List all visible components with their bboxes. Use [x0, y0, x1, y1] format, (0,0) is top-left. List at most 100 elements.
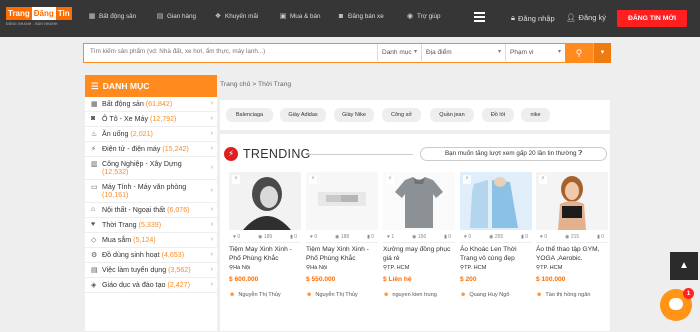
sidebar-item-education[interactable]: ◈ Giáo dục và đào tạo (2,427) › — [85, 278, 217, 293]
sidebar-item-real-estate[interactable]: ▦ Bất động sản (61,842) › — [85, 97, 217, 112]
help-icon: ◉ — [406, 13, 414, 20]
likes-count: 0 — [468, 234, 472, 240]
product-image[interactable]: ⚡︎ — [383, 172, 455, 230]
tag-chip[interactable]: Đồ lót — [482, 108, 514, 122]
hamburger-menu-icon[interactable] — [474, 12, 485, 22]
gift-icon: ❖ — [214, 13, 222, 20]
sidebar-item-food[interactable]: ♨ Ăn uống (2,021) › — [85, 127, 217, 142]
nav-help[interactable]: ◉ Trợ giúp — [406, 13, 441, 20]
product-author[interactable]: ☻ Quang Huy Ngô — [460, 292, 509, 298]
chevron-right-icon: › — [210, 164, 213, 171]
chevron-down-icon: ▾ — [600, 48, 605, 56]
nav-promotions[interactable]: ❖ Khuyến mãi — [214, 13, 258, 20]
nav-label: Bất động sản — [99, 13, 137, 20]
search-button[interactable]: ⚲ — [565, 42, 593, 63]
chevron-right-icon: › — [210, 206, 213, 213]
product-location: ⚲Hà Nội — [229, 265, 251, 271]
range-select[interactable]: Phạm vi ▾ — [505, 44, 565, 61]
bookmark-icon: ▮ 0 — [290, 234, 297, 240]
product-author[interactable]: ☻ Nguyễn Thị Thủy — [229, 292, 281, 298]
category-select-label: Danh mục — [382, 49, 412, 56]
product-card[interactable]: ⚡︎ ♥ 1 ◉ 156 ▮ 0 Xưởng may đồng phục giá r… — [383, 172, 455, 332]
register-link[interactable]: 👤︎ Đăng ký — [566, 13, 606, 22]
sidebar-item-computers[interactable]: ▭ Máy Tính - Máy văn phòng (10,161) › — [85, 180, 217, 203]
nav-sell-car[interactable]: ◙ Đăng bán xe — [337, 13, 384, 20]
nav-buy-sell[interactable]: ▣ Mua & bán — [279, 13, 321, 20]
tag-chip[interactable]: Balenciaga — [226, 108, 273, 122]
sidebar-item-jobs[interactable]: ▤ Việc làm tuyển dụng (3,562) › — [85, 263, 217, 278]
category-label: Thời Trang — [102, 221, 137, 229]
product-title[interactable]: Tiệm May Xinh Xinh - Phố Phùng Khắc — [229, 246, 301, 263]
location-select[interactable]: Địa điểm ▾ — [421, 44, 505, 61]
tag-chip[interactable]: Giày Adidas — [280, 108, 326, 122]
product-card[interactable]: ⚡︎ ♥ 0 ◉ 215 ▮ 0 Áo thể thao tập GYM, YOGA… — [536, 172, 608, 332]
product-author[interactable]: ☻ nguyen kien trung — [383, 292, 437, 298]
lightning-icon: ⚡︎ — [224, 147, 238, 161]
tag-chip[interactable]: Công sở — [382, 108, 421, 122]
product-image[interactable]: ⚡︎ — [536, 172, 608, 230]
product-image[interactable]: ⚡︎ — [306, 172, 378, 230]
breadcrumb-home[interactable]: Trang chủ — [220, 81, 250, 88]
product-image[interactable]: ⚡︎ — [460, 172, 532, 230]
sidebar-item-electronics[interactable]: ⚡︎ Điện tử - điện máy (15,242) › — [85, 142, 217, 157]
product-title[interactable]: Áo thể thao tập GYM, YOGA ,Aerobic. — [536, 246, 608, 263]
logo-tagline: ĐĂNG NHANH - BÁN NHANH — [6, 22, 58, 26]
scroll-to-top-button[interactable]: ▲ — [670, 252, 698, 280]
product-card[interactable]: ⚡︎ ♥ 0 ◉ 255 ▮ 0 Áo Khoác Len Thời Trang v… — [460, 172, 532, 332]
product-location: ⚲TP. HCM — [536, 265, 563, 271]
trending-title: TRENDING — [243, 147, 311, 161]
sidebar-item-industry[interactable]: ▥ Công Nghiệp - Xây Dựng (12,532) › — [85, 157, 217, 180]
sidebar-item-furniture[interactable]: ⌂ Nội thất - Ngoại thất (6,076) › — [85, 203, 217, 218]
sidebar-item-vehicles[interactable]: ◙ Ô Tô - Xe Máy (12,792) › — [85, 112, 217, 127]
search-icon: ⚲ — [575, 47, 583, 58]
shares-count: 0 — [525, 234, 528, 240]
logo-part-2: Đăng — [31, 7, 56, 20]
post-stats: ♥ 0 ◉ 215 ▮ 0 — [536, 234, 608, 243]
product-card[interactable]: ⚡︎ ♥ 0 ◉ 189 ▮ 0 Tiệm May Xinh Xinh - Phố … — [229, 172, 301, 332]
chevron-right-icon: › — [210, 221, 213, 228]
category-count: (12,532) — [102, 168, 129, 176]
like-icon: ♥ 1 — [387, 234, 395, 240]
sidebar-item-fashion[interactable]: ♥ Thời Trang (5,339) › — [85, 218, 217, 233]
product-title[interactable]: Tiệm May Xinh Xinh - Phố Phùng Khắc — [306, 246, 378, 263]
breadcrumb-current: Thời Trang — [258, 81, 292, 88]
post-stats: ♥ 1 ◉ 156 ▮ 0 — [383, 234, 455, 243]
graduation-cap-icon: ◈ — [91, 282, 97, 289]
tag-chip[interactable]: nike — [521, 108, 550, 122]
product-card[interactable]: ⚡︎ ♥ 0 ◉ 188 ▮ 0 Tiệm May Xinh Xinh - Phố … — [306, 172, 378, 332]
shares-count: 0 — [601, 234, 604, 240]
product-price: $ 100.000 — [536, 276, 566, 283]
product-author[interactable]: ☻ Tào thị hồng ngân — [536, 292, 590, 298]
bookmark-icon: ▮ 0 — [367, 234, 374, 240]
sidebar-item-household[interactable]: ⚙ Đồ dùng sinh hoạt (4,653) › — [85, 248, 217, 263]
post-new-listing-button[interactable]: ĐĂNG TIN MỚI — [617, 10, 687, 27]
chat-widget-button[interactable]: 1 — [660, 288, 694, 321]
product-title[interactable]: Xưởng may đồng phục giá rẻ — [383, 246, 455, 263]
nav-stores[interactable]: ▤ Gian hàng — [156, 13, 196, 20]
divider — [308, 154, 413, 155]
tag-chip[interactable]: Quần jean — [430, 108, 474, 122]
eye-icon: ◉ 156 — [412, 234, 427, 240]
category-count: (15,242) — [162, 145, 189, 153]
nav-real-estate[interactable]: ▦ Bất động sản — [88, 13, 136, 20]
product-location: ⚲Hà Nội — [306, 265, 328, 271]
tag-chip[interactable]: Giày Nike — [334, 108, 374, 122]
search-input[interactable]: Tìm kiếm sản phẩm (vd: Nhà đất, xe hơi, … — [90, 48, 265, 55]
chat-bubble-icon — [669, 298, 683, 310]
car-icon: ◙ — [338, 13, 344, 20]
lightning-icon: ⚡︎ — [386, 175, 394, 184]
product-image[interactable]: ⚡︎ — [229, 172, 301, 230]
product-title[interactable]: Áo Khoác Len Thời Trang vô cùng đẹp — [460, 246, 532, 263]
like-icon: ♥ 0 — [310, 234, 318, 240]
likes-count: 1 — [391, 234, 395, 240]
site-logo[interactable]: Trang Đăng Tin ĐĂNG NHANH - BÁN NHANH — [6, 7, 72, 29]
promote-listing-link[interactable]: Bạn muốn tăng lượt xem gấp 20 lần tin th… — [420, 147, 607, 161]
login-link[interactable]: 🔒︎ Đăng nhập — [511, 13, 555, 23]
search-options-button[interactable]: ▾ — [593, 42, 611, 63]
search-bar: Tìm kiếm sản phẩm (vd: Nhà đất, xe hơi, … — [83, 42, 611, 63]
sidebar-item-shopping[interactable]: ◇ Mua sắm (5,124) › — [85, 233, 217, 248]
category-select[interactable]: Danh mục ▾ — [377, 44, 421, 61]
likes-count: 0 — [544, 234, 548, 240]
lightning-icon: ⚡︎ — [309, 175, 317, 184]
product-author[interactable]: ☻ Nguyễn Thị Thủy — [306, 292, 358, 298]
